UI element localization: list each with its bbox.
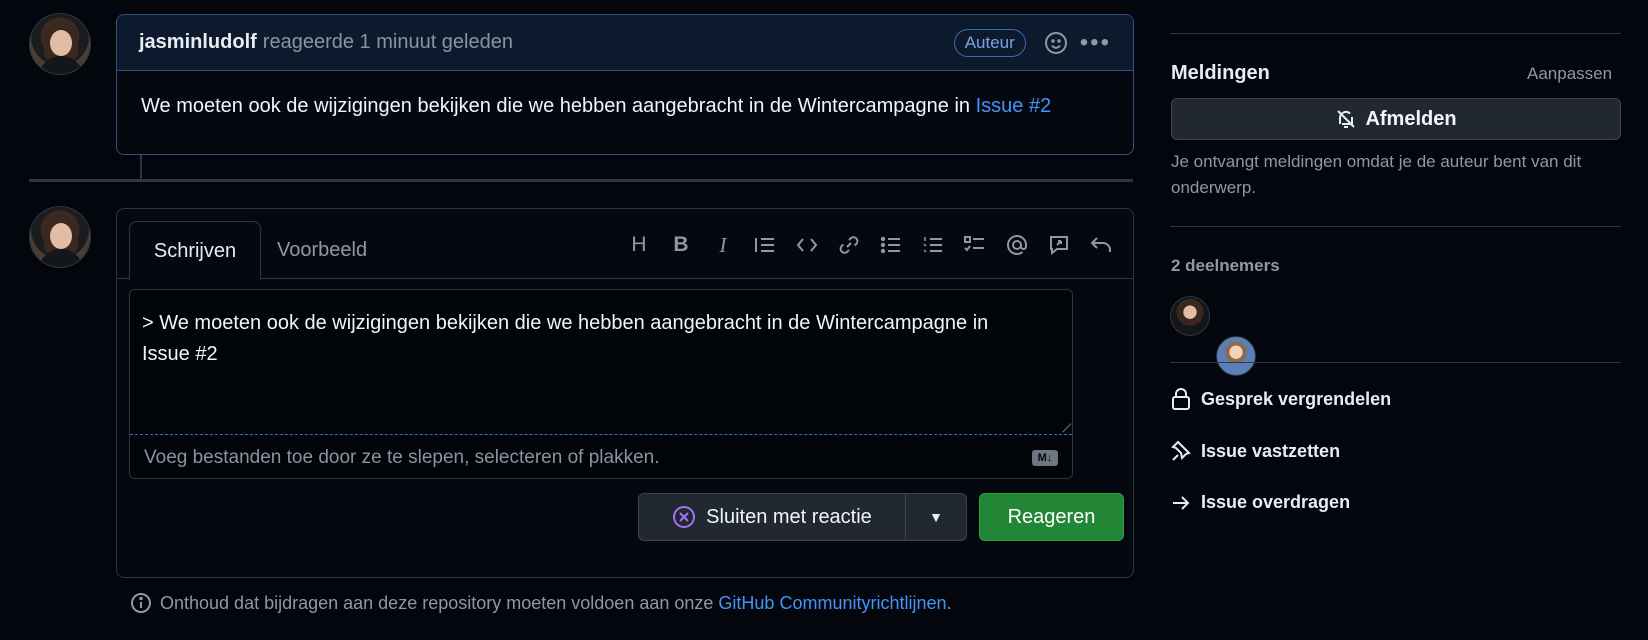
- attach-divider: [130, 434, 1072, 435]
- italic-icon[interactable]: I: [709, 231, 737, 259]
- comment-text: We moeten ook de wijzigingen bekijken di…: [141, 95, 971, 117]
- comment-timestamp[interactable]: reageerde 1 minuut geleden: [263, 31, 513, 54]
- customize-notifications-link[interactable]: Aanpassen: [1527, 64, 1612, 84]
- lock-icon: [1171, 388, 1191, 410]
- pin-icon: [1171, 440, 1191, 462]
- close-with-comment-button[interactable]: Sluiten met reactie: [638, 493, 906, 541]
- comment-editor: Schrijven Voorbeeld H B I > We moeten oo…: [116, 208, 1134, 578]
- editor-tabs: Schrijven Voorbeeld H B I: [117, 209, 1133, 280]
- info-icon: [130, 592, 152, 614]
- unsubscribe-button[interactable]: Afmelden: [1171, 98, 1621, 140]
- comment-card: jasminludolf reageerde 1 minuut geleden …: [116, 14, 1134, 155]
- more-options-icon[interactable]: •••: [1080, 30, 1111, 55]
- caret-down-icon: ▼: [929, 509, 943, 525]
- arrow-right-icon: [1171, 493, 1191, 513]
- markdown-icon[interactable]: M↓: [1032, 450, 1058, 466]
- sidebar-divider: [1170, 33, 1621, 34]
- notifications-reason: Je ontvangt meldingen omdat je de auteur…: [1171, 152, 1582, 197]
- lock-conversation-action[interactable]: Gesprek vergrendelen: [1171, 388, 1391, 410]
- close-with-comment-label: Sluiten met reactie: [706, 505, 872, 528]
- undo-icon[interactable]: [1087, 231, 1115, 259]
- pin-issue-label: Issue vastzetten: [1201, 440, 1341, 461]
- textarea-line-1: > We moeten ook de wijzigingen bekijken …: [142, 312, 989, 334]
- quote-icon[interactable]: [751, 231, 779, 259]
- comment-body: We moeten ook de wijzigingen bekijken di…: [117, 71, 1133, 118]
- transfer-issue-label: Issue overdragen: [1201, 492, 1351, 512]
- emoji-reaction-icon[interactable]: [1044, 31, 1068, 55]
- transfer-issue-action[interactable]: Issue overdragen: [1171, 492, 1350, 513]
- tab-write[interactable]: Schrijven: [129, 221, 261, 280]
- timeline-divider: [29, 179, 1133, 182]
- submit-comment-button[interactable]: Reageren: [979, 493, 1124, 541]
- avatar[interactable]: [29, 13, 91, 75]
- tab-preview[interactable]: Voorbeeld: [277, 221, 367, 280]
- sidebar-divider: [1170, 362, 1621, 363]
- comment-textarea[interactable]: > We moeten ook de wijzigingen bekijken …: [129, 289, 1073, 479]
- participants-title: 2 deelnemers: [1171, 256, 1280, 275]
- close-options-dropdown[interactable]: ▼: [905, 493, 967, 541]
- community-guidelines-link[interactable]: GitHub Communityrichtlijnen: [718, 593, 946, 614]
- comment-author[interactable]: jasminludolf: [139, 31, 257, 54]
- author-badge: Auteur: [953, 28, 1026, 57]
- comment-header: jasminludolf reageerde 1 minuut geleden …: [117, 15, 1133, 71]
- code-icon[interactable]: [793, 231, 821, 259]
- lock-conversation-label: Gesprek vergrendelen: [1201, 388, 1392, 409]
- resize-handle[interactable]: [1054, 415, 1072, 433]
- mention-icon[interactable]: [1003, 231, 1031, 259]
- contribution-guidelines: Onthoud dat bijdragen aan deze repositor…: [130, 592, 952, 614]
- textarea-line-2: Issue #2: [142, 343, 218, 365]
- issue-link[interactable]: Issue #2: [976, 95, 1052, 117]
- notifications-title: Meldingen: [1171, 62, 1270, 84]
- bell-slash-icon: [1335, 108, 1357, 130]
- guidelines-text: Onthoud dat bijdragen aan deze repositor…: [160, 592, 714, 613]
- avatar[interactable]: [29, 206, 91, 268]
- task-list-icon[interactable]: [961, 231, 989, 259]
- attach-files-hint[interactable]: Voeg bestanden toe door ze te slepen, se…: [144, 447, 659, 469]
- guidelines-suffix: .: [946, 592, 952, 613]
- heading-icon[interactable]: H: [625, 231, 653, 259]
- markdown-toolbar: H B I: [625, 231, 1115, 259]
- unordered-list-icon[interactable]: [877, 231, 905, 259]
- link-icon[interactable]: [835, 231, 863, 259]
- close-circle-icon: [672, 505, 696, 529]
- bold-icon[interactable]: B: [667, 231, 695, 259]
- unsubscribe-label: Afmelden: [1365, 107, 1457, 130]
- reference-icon[interactable]: [1045, 231, 1073, 259]
- participant-avatar-jasminludolf[interactable]: [1170, 296, 1210, 336]
- ordered-list-icon[interactable]: [919, 231, 947, 259]
- participant-avatar[interactable]: [1216, 336, 1256, 376]
- pin-issue-action[interactable]: Issue vastzetten: [1171, 440, 1340, 462]
- sidebar-divider: [1170, 226, 1621, 227]
